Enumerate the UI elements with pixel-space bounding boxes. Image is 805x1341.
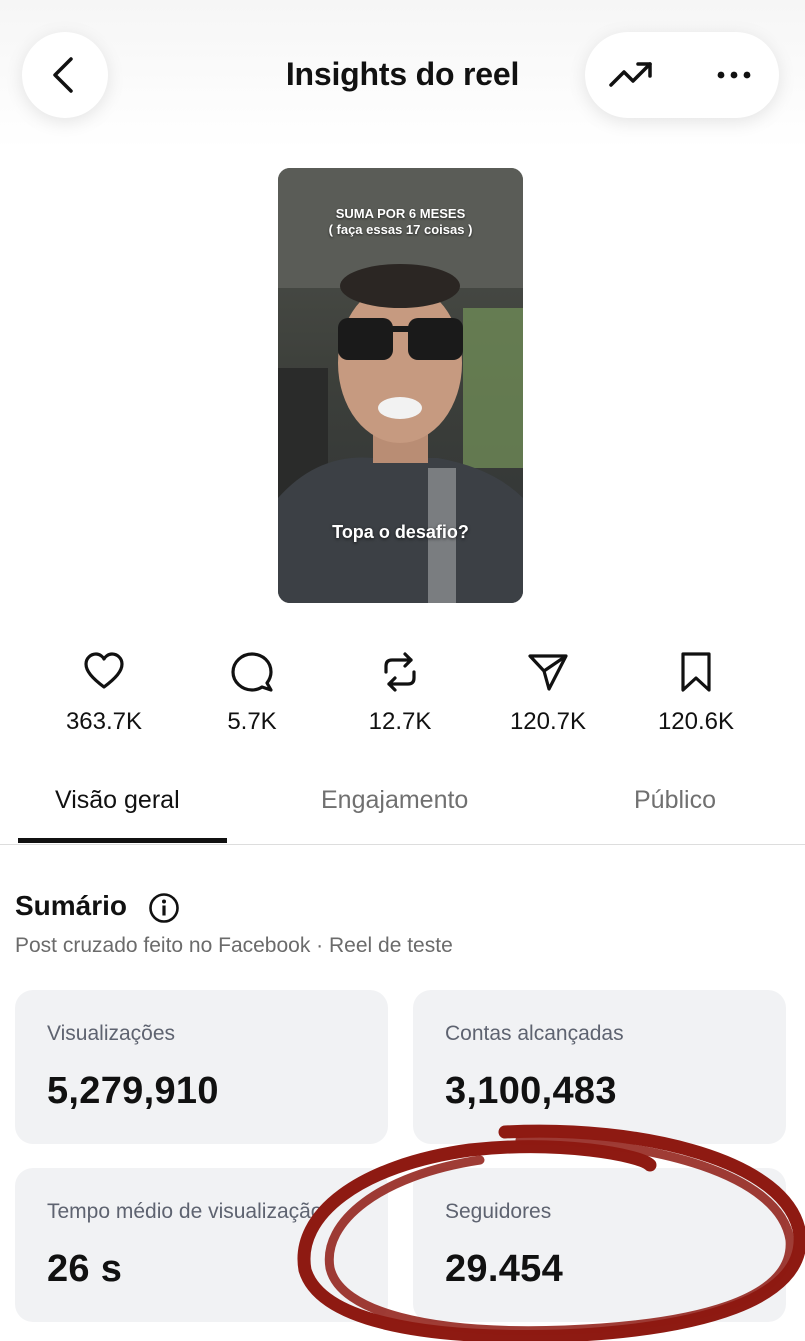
metric-value: 5,279,910 xyxy=(47,1070,219,1112)
tab-audience[interactable]: Público xyxy=(634,786,716,815)
metric-card-avg-watch-time[interactable]: Tempo médio de visualização 26 s xyxy=(15,1168,388,1322)
metric-label: Visualizações xyxy=(47,1022,176,1045)
stat-reposts: 12.7K xyxy=(326,650,474,736)
metric-card-reach[interactable]: Contas alcançadas 3,100,483 xyxy=(413,990,786,1144)
reel-overlay-top: SUMA POR 6 MESES ( faça essas 17 coisas … xyxy=(278,206,523,238)
header-actions xyxy=(585,32,779,118)
stat-shares: 120.7K xyxy=(474,650,622,736)
heart-icon xyxy=(84,652,124,689)
send-icon xyxy=(528,654,568,691)
info-icon[interactable] xyxy=(148,892,180,924)
stat-comments: 5.7K xyxy=(178,650,326,736)
engagement-stats: 363.7K 5.7K 12.7K 120.7K 120.6K xyxy=(30,650,775,750)
metric-card-followers[interactable]: Seguidores 29.454 xyxy=(413,1168,786,1322)
repost-icon xyxy=(384,652,416,692)
insights-tabs: Visão geral Engajamento Público xyxy=(0,770,805,845)
metric-label: Seguidores xyxy=(445,1200,552,1223)
back-button[interactable] xyxy=(22,32,108,118)
stat-reposts-value: 12.7K xyxy=(368,708,432,735)
active-tab-indicator xyxy=(18,838,227,843)
stat-likes-value: 363.7K xyxy=(65,708,143,735)
reel-overlay-top-line2: ( faça essas 17 coisas ) xyxy=(328,222,473,237)
tab-overview[interactable]: Visão geral xyxy=(55,786,180,815)
metric-value: 26 s xyxy=(47,1248,123,1290)
reel-overlay-bottom: Topa o desafio? xyxy=(332,522,469,542)
summary-subtitle: Post cruzado feito no Facebook · Reel de… xyxy=(15,934,453,957)
bookmark-icon xyxy=(681,652,711,692)
metric-value: 3,100,483 xyxy=(445,1070,617,1112)
stat-comments-value: 5.7K xyxy=(227,708,277,735)
comment-icon xyxy=(231,652,273,692)
metric-value: 29.454 xyxy=(445,1248,564,1290)
more-horizontal-icon[interactable] xyxy=(715,60,755,90)
metric-label: Tempo médio de visualização xyxy=(47,1200,323,1223)
reel-overlay-top-line1: SUMA POR 6 MESES xyxy=(335,206,466,221)
summary-title: Sumário xyxy=(15,890,128,921)
stat-saves: 120.6K xyxy=(622,650,770,736)
metric-label: Contas alcançadas xyxy=(445,1022,624,1045)
reel-thumbnail[interactable]: SUMA POR 6 MESES ( faça essas 17 coisas … xyxy=(278,168,523,603)
metric-card-views[interactable]: Visualizações 5,279,910 xyxy=(15,990,388,1144)
page-title: Insights do reel xyxy=(285,56,520,92)
tab-engagement[interactable]: Engajamento xyxy=(321,786,468,815)
stat-likes: 363.7K xyxy=(30,650,178,736)
stat-shares-value: 120.7K xyxy=(509,708,587,735)
trending-up-icon[interactable] xyxy=(609,55,653,95)
stat-saves-value: 120.6K xyxy=(657,708,735,735)
chevron-left-icon xyxy=(53,57,73,93)
